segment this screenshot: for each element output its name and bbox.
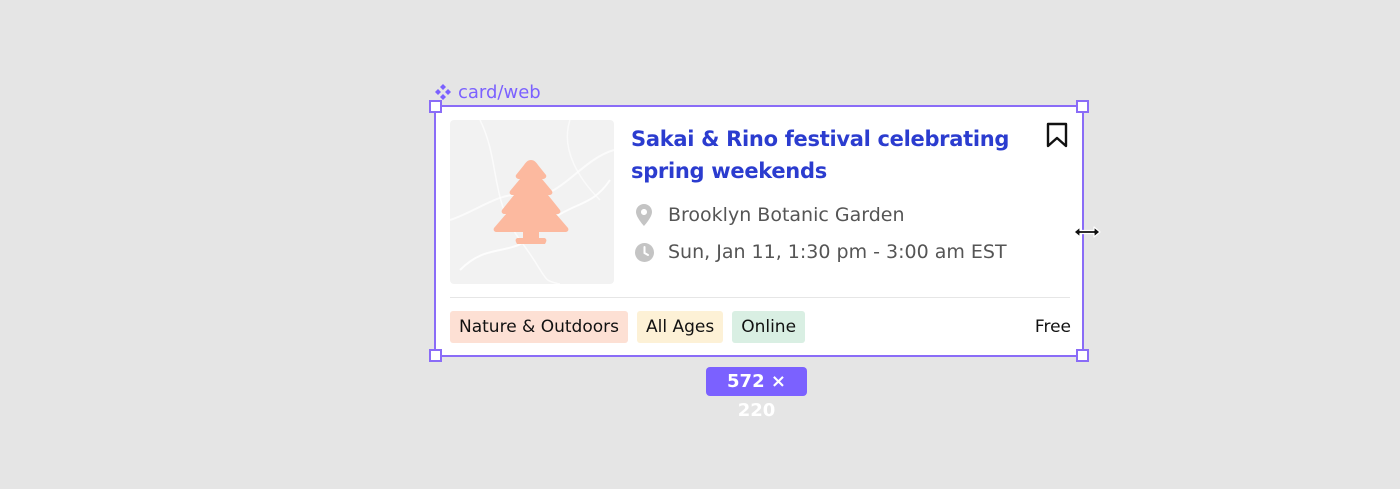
price-label: Free xyxy=(1034,317,1071,337)
resize-cursor-icon xyxy=(1072,224,1102,240)
bookmark-icon[interactable] xyxy=(1046,122,1068,148)
card-frame[interactable]: Sakai & Rino festival celebrating spring… xyxy=(429,100,1089,362)
card-divider xyxy=(450,297,1070,298)
location-row: Brooklyn Botanic Garden xyxy=(634,204,904,226)
tag-list: Nature & Outdoors All Ages Online xyxy=(450,311,806,343)
event-image xyxy=(450,120,614,284)
event-title[interactable]: Sakai & Rino festival celebrating spring… xyxy=(631,123,1031,187)
tag-online[interactable]: Online xyxy=(732,311,806,343)
tree-icon xyxy=(493,160,569,244)
tag-nature-outdoors[interactable]: Nature & Outdoors xyxy=(450,311,628,343)
location-text: Brooklyn Botanic Garden xyxy=(668,204,905,226)
resize-handle-top-left[interactable] xyxy=(429,100,442,113)
tag-all-ages[interactable]: All Ages xyxy=(636,311,724,343)
clock-icon xyxy=(634,241,654,263)
size-badge: 572 × 220 xyxy=(706,367,807,421)
resize-handle-top-right[interactable] xyxy=(1076,100,1089,113)
component-icon xyxy=(434,83,452,101)
location-pin-icon xyxy=(634,204,654,226)
datetime-row: Sun, Jan 11, 1:30 pm - 3:00 am EST xyxy=(634,241,1007,263)
component-label[interactable]: card/web xyxy=(434,81,541,103)
resize-handle-bottom-left[interactable] xyxy=(429,349,442,362)
resize-handle-bottom-right[interactable] xyxy=(1076,349,1089,362)
datetime-text: Sun, Jan 11, 1:30 pm - 3:00 am EST xyxy=(668,241,1007,263)
component-name: card/web xyxy=(458,81,541,103)
